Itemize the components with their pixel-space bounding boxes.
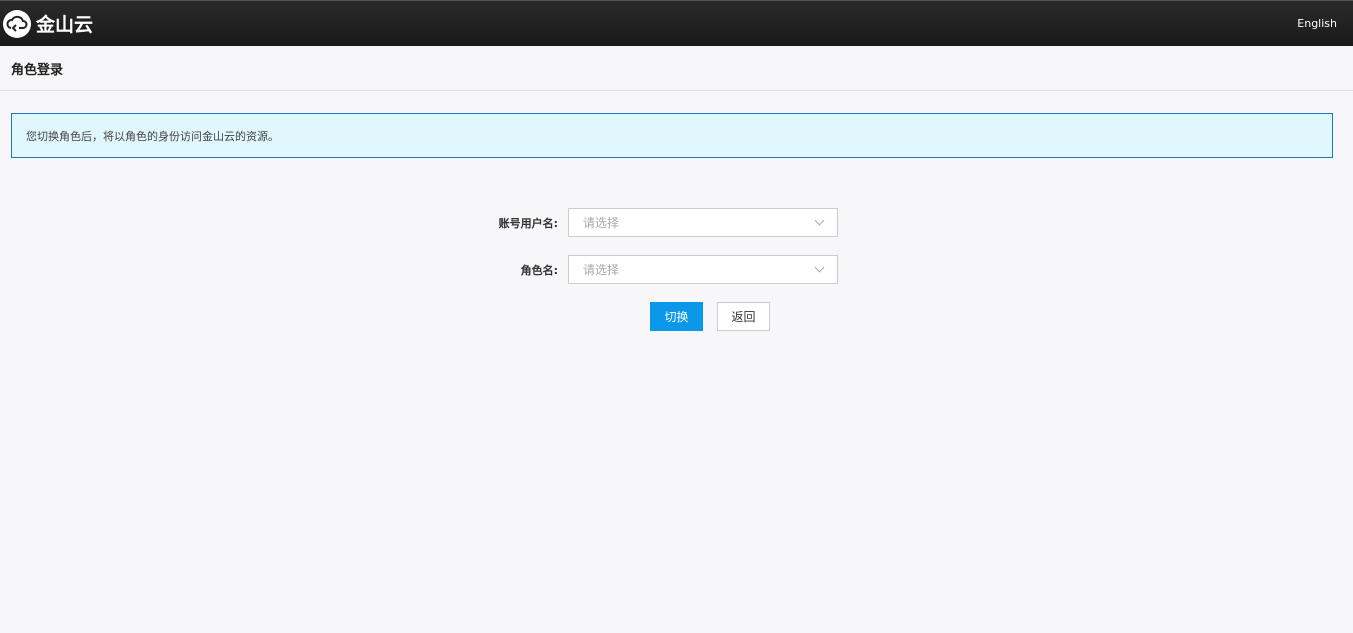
account-select[interactable]: 请选择: [568, 208, 838, 237]
logo[interactable]: 金山云: [2, 9, 93, 39]
cloud-logo-icon: [3, 9, 31, 38]
role-select[interactable]: 请选择: [568, 255, 838, 284]
language-switch-link[interactable]: English: [1297, 17, 1337, 30]
logo-text: 金山云: [36, 14, 94, 36]
page-title: 角色登录: [0, 46, 1353, 91]
chevron-down-icon: [814, 215, 825, 226]
role-label: 角色名:: [520, 263, 558, 277]
role-row: 角色名: 请选择: [490, 255, 838, 284]
account-placeholder: 请选择: [583, 216, 620, 230]
top-bar: 金山云 English: [0, 0, 1353, 46]
role-placeholder: 请选择: [583, 263, 620, 277]
account-row: 账号用户名: 请选择: [490, 208, 838, 237]
switch-button[interactable]: 切换: [650, 302, 703, 331]
back-button[interactable]: 返回: [717, 302, 770, 331]
info-notice: 您切换角色后，将以角色的身份访问金山云的资源。: [11, 113, 1333, 158]
chevron-down-icon: [814, 262, 825, 273]
account-label: 账号用户名:: [498, 216, 558, 230]
notice-text: 您切换角色后，将以角色的身份访问金山云的资源。: [26, 129, 279, 143]
